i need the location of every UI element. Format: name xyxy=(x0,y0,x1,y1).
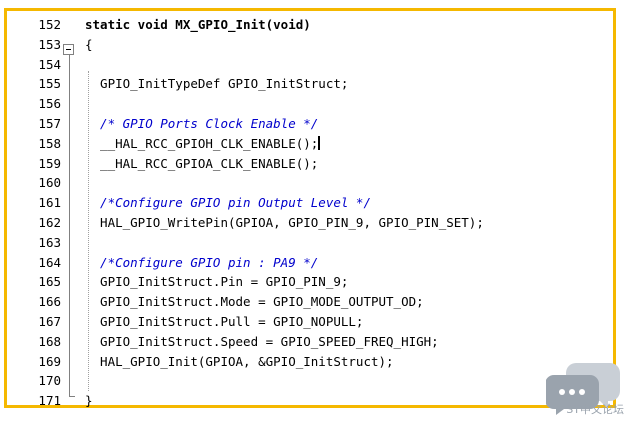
line-number: 161 xyxy=(38,195,61,211)
code-text: /*Configure GPIO pin : PA9 */ xyxy=(85,254,319,270)
line-number: 166 xyxy=(38,294,61,310)
code-line[interactable]: 159 __HAL_RCC_GPIOA_CLK_ENABLE(); xyxy=(7,154,613,174)
line-number: 164 xyxy=(38,254,61,270)
line-number: 152 xyxy=(38,17,61,32)
code-line[interactable]: 164 /*Configure GPIO pin : PA9 */ xyxy=(7,253,613,273)
line-number: 154 xyxy=(38,56,61,72)
code-line[interactable]: 168 GPIO_InitStruct.Speed = GPIO_SPEED_F… xyxy=(7,332,613,352)
code-line[interactable]: 165 GPIO_InitStruct.Pin = GPIO_PIN_9; xyxy=(7,272,613,292)
line-number: 169 xyxy=(38,353,61,369)
code-line[interactable]: 166 GPIO_InitStruct.Mode = GPIO_MODE_OUT… xyxy=(7,292,613,312)
code-text: GPIO_InitStruct.Pin = GPIO_PIN_9; xyxy=(85,274,349,290)
line-number: 171 xyxy=(38,393,61,409)
code-editor-frame: 152 static void MX_GPIO_Init(void) 153 {154… xyxy=(4,8,616,408)
code-text: __HAL_RCC_GPIOA_CLK_ENABLE(); xyxy=(85,155,319,171)
code-line[interactable]: 152 static void MX_GPIO_Init(void) xyxy=(7,15,613,35)
code-text: __HAL_RCC_GPIOH_CLK_ENABLE(); xyxy=(85,135,321,151)
code-text: GPIO_InitStruct.Mode = GPIO_MODE_OUTPUT_… xyxy=(85,294,424,310)
code-text: GPIO_InitStruct.Speed = GPIO_SPEED_FREQ_… xyxy=(85,333,439,349)
code-editor[interactable]: 152 static void MX_GPIO_Init(void) 153 {154… xyxy=(7,11,613,408)
watermark-text: ST中文论坛 xyxy=(566,403,624,416)
code-line[interactable]: 154 xyxy=(7,55,613,75)
code-line[interactable]: 153 { xyxy=(7,35,613,55)
code-line[interactable]: 162 HAL_GPIO_WritePin(GPIOA, GPIO_PIN_9,… xyxy=(7,213,613,233)
line-number: 156 xyxy=(38,96,61,112)
code-text: GPIO_InitStruct.Pull = GPIO_NOPULL; xyxy=(85,314,364,329)
line-number: 160 xyxy=(38,175,61,191)
code-text: HAL_GPIO_WritePin(GPIOA, GPIO_PIN_9, GPI… xyxy=(85,215,484,230)
code-line[interactable]: 163 xyxy=(7,233,613,253)
code-line[interactable]: 167 GPIO_InitStruct.Pull = GPIO_NOPULL; xyxy=(7,312,613,332)
code-line[interactable]: 156 xyxy=(7,94,613,114)
code-line[interactable]: 170 xyxy=(7,371,613,391)
text-caret xyxy=(318,135,321,150)
code-line[interactable]: 157 /* GPIO Ports Clock Enable */ xyxy=(7,114,613,134)
line-number: 163 xyxy=(38,234,61,250)
code-line[interactable]: 158 __HAL_RCC_GPIOH_CLK_ENABLE(); xyxy=(7,134,613,154)
code-line[interactable]: 161 /*Configure GPIO pin Output Level */ xyxy=(7,193,613,213)
code-line[interactable]: 160 xyxy=(7,173,613,193)
code-text: GPIO_InitTypeDef GPIO_InitStruct; xyxy=(85,76,349,92)
line-number: 165 xyxy=(38,274,61,290)
line-number: 170 xyxy=(38,373,61,389)
code-text: } xyxy=(85,393,93,409)
line-number: 153 xyxy=(38,36,61,52)
code-text: { xyxy=(85,36,93,52)
code-text: /*Configure GPIO pin Output Level */ xyxy=(85,195,371,211)
code-text: /* GPIO Ports Clock Enable */ xyxy=(85,116,319,131)
line-number: 159 xyxy=(38,155,61,171)
line-number: 167 xyxy=(38,314,61,329)
code-text: static void MX_GPIO_Init(void) xyxy=(85,17,311,32)
code-line[interactable]: 155 GPIO_InitTypeDef GPIO_InitStruct; xyxy=(7,74,613,94)
line-number: 162 xyxy=(38,215,61,230)
line-number: 157 xyxy=(38,116,61,131)
code-line[interactable]: 169 HAL_GPIO_Init(GPIOA, &GPIO_InitStruc… xyxy=(7,352,613,372)
code-text: HAL_GPIO_Init(GPIOA, &GPIO_InitStruct); xyxy=(85,353,394,369)
code-line[interactable]: 171} xyxy=(7,391,613,411)
line-number: 155 xyxy=(38,76,61,92)
line-number: 168 xyxy=(38,333,61,349)
line-number: 158 xyxy=(38,135,61,151)
